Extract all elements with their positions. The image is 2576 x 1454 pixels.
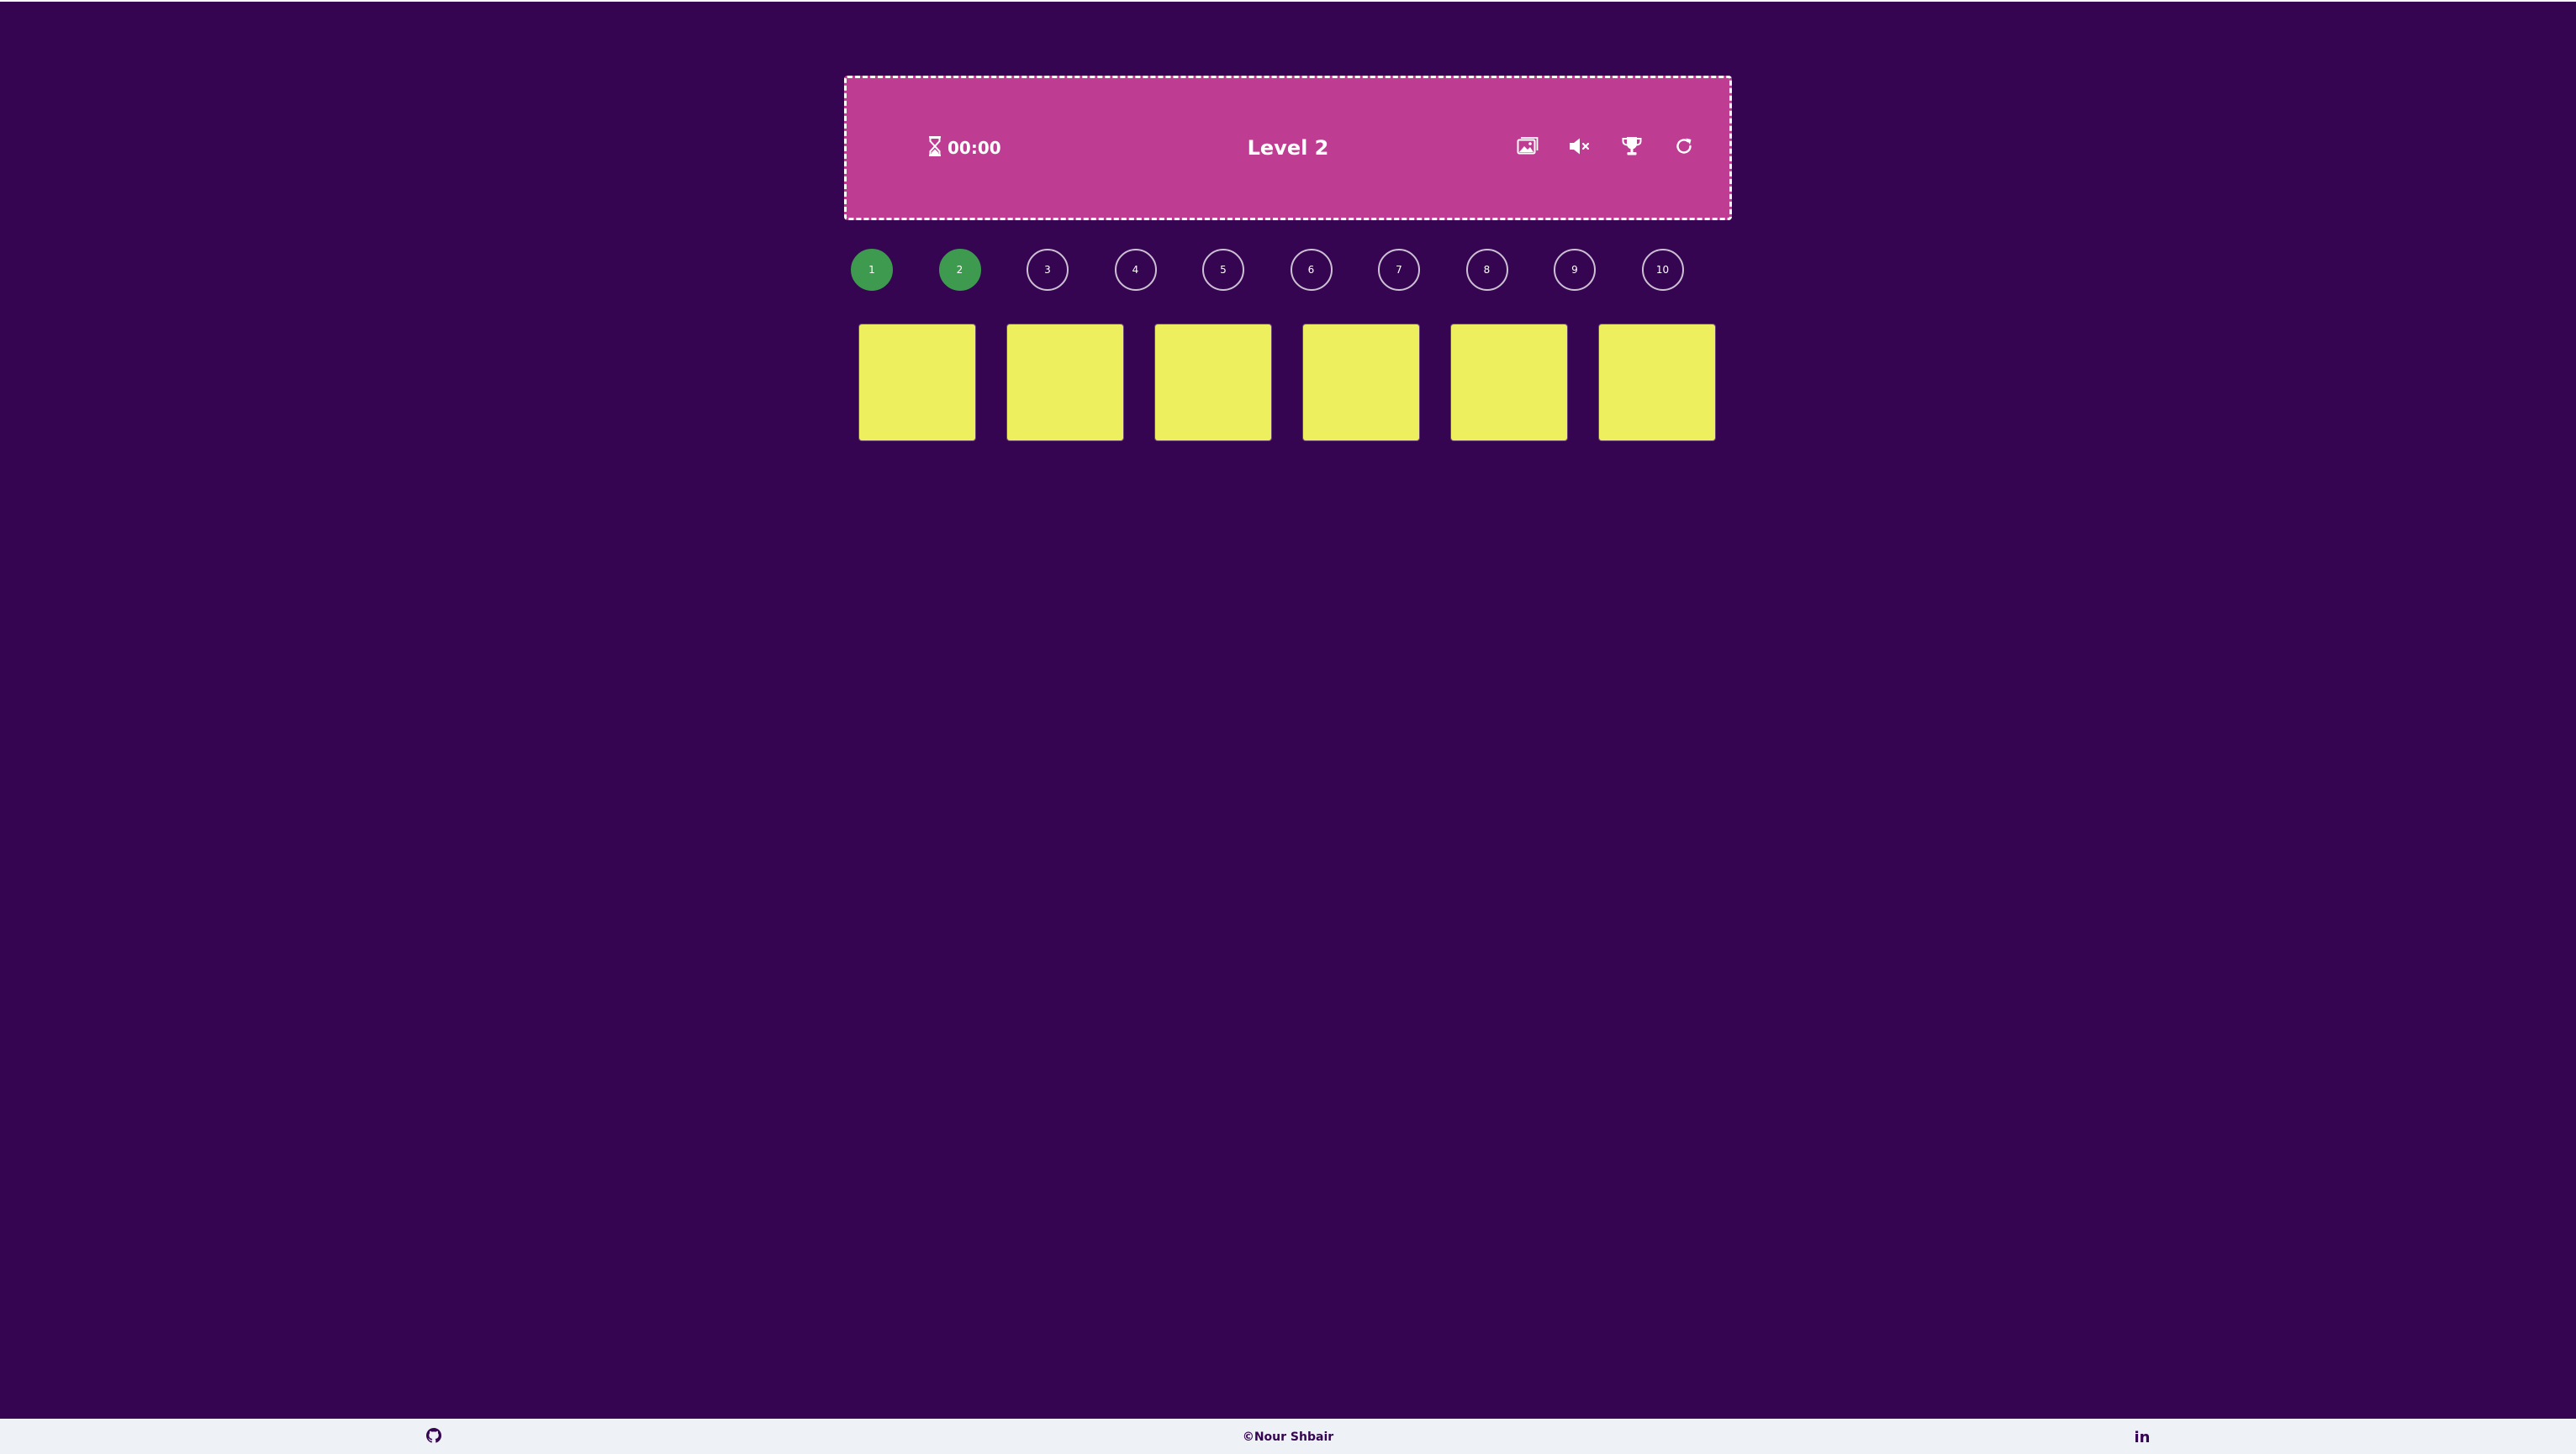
memory-card[interactable] — [1303, 324, 1419, 440]
level-button-3[interactable]: 3 — [1027, 249, 1069, 291]
footer: ©Nour Shbair in — [0, 1419, 2576, 1454]
timer: 00:00 — [927, 78, 1001, 218]
level-button-9[interactable]: 9 — [1554, 249, 1596, 291]
card-grid — [859, 324, 1717, 442]
level-button-2[interactable]: 2 — [938, 249, 981, 291]
level-button-1[interactable]: 1 — [851, 249, 893, 291]
mute-button[interactable] — [1565, 133, 1595, 163]
github-icon — [426, 1428, 441, 1446]
image-icon — [1517, 137, 1539, 159]
hourglass-icon — [927, 135, 942, 161]
level-button-10[interactable]: 10 — [1641, 249, 1684, 291]
memory-card[interactable] — [1155, 324, 1271, 440]
copyright-text: ©Nour Shbair — [1242, 1430, 1334, 1444]
restart-button[interactable] — [1669, 133, 1699, 163]
level-button-5[interactable]: 5 — [1202, 249, 1244, 291]
github-link[interactable] — [424, 1427, 444, 1447]
level-button-8[interactable]: 8 — [1465, 249, 1508, 291]
linkedin-icon: in — [2134, 1428, 2151, 1446]
level-selector: 1 2 3 4 5 6 7 8 9 10 — [851, 249, 1725, 294]
show-image-button[interactable] — [1512, 133, 1543, 163]
timer-value: 00:00 — [948, 138, 1001, 158]
game-header: 00:00 Level 2 — [844, 76, 1732, 220]
restart-icon — [1674, 136, 1694, 160]
mute-icon — [1568, 137, 1592, 159]
memory-card[interactable] — [1451, 324, 1567, 440]
game-page: 00:00 Level 2 1 2 3 4 5 6 7 8 9 10 ©Nour… — [0, 0, 2576, 1454]
trophy-icon — [1621, 136, 1643, 160]
memory-card[interactable] — [1599, 324, 1715, 440]
memory-card[interactable] — [1007, 324, 1123, 440]
memory-card[interactable] — [859, 324, 975, 440]
level-button-7[interactable]: 7 — [1378, 249, 1420, 291]
toolbar — [1512, 78, 1699, 218]
leaderboard-button[interactable] — [1617, 133, 1647, 163]
level-button-4[interactable]: 4 — [1114, 249, 1157, 291]
linkedin-link[interactable]: in — [2132, 1427, 2152, 1447]
level-button-6[interactable]: 6 — [1290, 249, 1333, 291]
